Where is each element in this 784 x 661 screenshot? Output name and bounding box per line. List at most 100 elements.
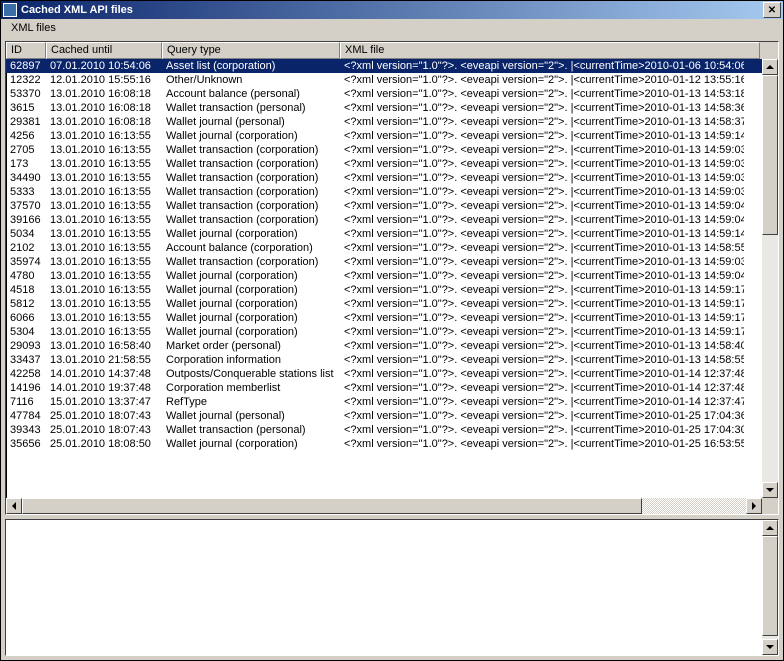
cell-cached-until: 25.01.2010 18:08:50 — [46, 437, 162, 451]
cell-cached-until: 13.01.2010 16:13:55 — [46, 311, 162, 325]
cell-cached-until: 13.01.2010 16:13:55 — [46, 325, 162, 339]
cell-cached-until: 13.01.2010 16:08:18 — [46, 87, 162, 101]
scroll-up-button[interactable] — [762, 59, 778, 75]
table-row[interactable]: 530413.01.2010 16:13:55Wallet journal (c… — [6, 325, 778, 339]
table-row[interactable]: 361513.01.2010 16:08:18Wallet transactio… — [6, 101, 778, 115]
cell-query-type: Wallet journal (personal) — [162, 409, 340, 423]
hscroll-thumb[interactable] — [22, 498, 642, 514]
table-row[interactable]: 478013.01.2010 16:13:55Wallet journal (c… — [6, 269, 778, 283]
cell-xml-file: <?xml version="1.0"?>. <eveapi version="… — [340, 409, 744, 423]
cell-id: 35974 — [6, 255, 46, 269]
cell-id: 53370 — [6, 87, 46, 101]
cell-xml-file: <?xml version="1.0"?>. <eveapi version="… — [340, 311, 744, 325]
table-row[interactable]: 2938113.01.2010 16:08:18Wallet journal (… — [6, 115, 778, 129]
detail-panel — [5, 519, 779, 656]
cell-query-type: RefType — [162, 395, 340, 409]
close-icon: ✕ — [768, 5, 776, 16]
scroll-right-button[interactable] — [746, 498, 762, 514]
cell-id: 42258 — [6, 367, 46, 381]
close-button[interactable]: ✕ — [763, 2, 781, 18]
table-row[interactable]: 711615.01.2010 13:37:47RefType<?xml vers… — [6, 395, 778, 409]
vscroll-thumb[interactable] — [762, 75, 778, 235]
cell-id: 5304 — [6, 325, 46, 339]
cell-query-type: Account balance (corporation) — [162, 241, 340, 255]
table-row[interactable]: 3757013.01.2010 16:13:55Wallet transacti… — [6, 199, 778, 213]
cell-cached-until: 13.01.2010 16:13:55 — [46, 269, 162, 283]
table-row[interactable]: 210213.01.2010 16:13:55Account balance (… — [6, 241, 778, 255]
table-row[interactable]: 17313.01.2010 16:13:55Wallet transaction… — [6, 157, 778, 171]
cell-xml-file: <?xml version="1.0"?>. <eveapi version="… — [340, 381, 744, 395]
table-row[interactable]: 3449013.01.2010 16:13:55Wallet transacti… — [6, 171, 778, 185]
cell-query-type: Asset list (corporation) — [162, 59, 340, 73]
listview-vscroll[interactable] — [762, 59, 778, 498]
header-query-type[interactable]: Query type — [162, 42, 340, 59]
table-row[interactable]: 606613.01.2010 16:13:55Wallet journal (c… — [6, 311, 778, 325]
detail-vscroll-track[interactable] — [762, 536, 778, 639]
table-row[interactable]: 3597413.01.2010 16:13:55Wallet transacti… — [6, 255, 778, 269]
cell-id: 173 — [6, 157, 46, 171]
listview-hscroll[interactable] — [6, 498, 762, 514]
cell-cached-until: 13.01.2010 16:08:18 — [46, 101, 162, 115]
scroll-down-button[interactable] — [762, 482, 778, 498]
table-row[interactable]: 533313.01.2010 16:13:55Wallet transactio… — [6, 185, 778, 199]
table-row[interactable]: 2909313.01.2010 16:58:40Market order (pe… — [6, 339, 778, 353]
table-row[interactable]: 6289707.01.2010 10:54:06Asset list (corp… — [6, 59, 778, 73]
cell-cached-until: 14.01.2010 19:37:48 — [46, 381, 162, 395]
cell-id: 29093 — [6, 339, 46, 353]
table-row[interactable]: 503413.01.2010 16:13:55Wallet journal (c… — [6, 227, 778, 241]
cell-xml-file: <?xml version="1.0"?>. <eveapi version="… — [340, 59, 744, 73]
header-xml-file[interactable]: XML file — [340, 42, 760, 59]
cell-xml-file: <?xml version="1.0"?>. <eveapi version="… — [340, 423, 744, 437]
cell-id: 62897 — [6, 59, 46, 73]
cell-cached-until: 14.01.2010 14:37:48 — [46, 367, 162, 381]
table-row[interactable]: 1419614.01.2010 19:37:48Corporation memb… — [6, 381, 778, 395]
table-row[interactable]: 425613.01.2010 16:13:55Wallet journal (c… — [6, 129, 778, 143]
cell-xml-file: <?xml version="1.0"?>. <eveapi version="… — [340, 185, 744, 199]
cell-cached-until: 13.01.2010 21:58:55 — [46, 353, 162, 367]
cell-cached-until: 15.01.2010 13:37:47 — [46, 395, 162, 409]
table-row[interactable]: 4225814.01.2010 14:37:48Outposts/Conquer… — [6, 367, 778, 381]
table-row[interactable]: 581213.01.2010 16:13:55Wallet journal (c… — [6, 297, 778, 311]
detail-scroll-down-button[interactable] — [762, 639, 778, 655]
cell-id: 5812 — [6, 297, 46, 311]
hscroll-track[interactable] — [22, 498, 746, 514]
cell-xml-file: <?xml version="1.0"?>. <eveapi version="… — [340, 437, 744, 451]
cell-xml-file: <?xml version="1.0"?>. <eveapi version="… — [340, 143, 744, 157]
cell-id: 5034 — [6, 227, 46, 241]
table-row[interactable]: 270513.01.2010 16:13:55Wallet transactio… — [6, 143, 778, 157]
detail-textarea[interactable] — [6, 520, 778, 655]
cell-cached-until: 25.01.2010 18:07:43 — [46, 423, 162, 437]
header-id[interactable]: ID — [6, 42, 46, 59]
titlebar[interactable]: Cached XML API files ✕ — [1, 1, 783, 19]
cell-id: 7116 — [6, 395, 46, 409]
cell-cached-until: 13.01.2010 16:13:55 — [46, 283, 162, 297]
listview-body[interactable]: 6289707.01.2010 10:54:06Asset list (corp… — [6, 59, 778, 514]
header-cached-until[interactable]: Cached until — [46, 42, 162, 59]
scroll-left-button[interactable] — [6, 498, 22, 514]
table-row[interactable]: 3565625.01.2010 18:08:50Wallet journal (… — [6, 437, 778, 451]
vscroll-track[interactable] — [762, 75, 778, 482]
detail-vscroll-thumb[interactable] — [762, 536, 778, 636]
cell-query-type: Corporation information — [162, 353, 340, 367]
table-row[interactable]: 4778425.01.2010 18:07:43Wallet journal (… — [6, 409, 778, 423]
cell-cached-until: 13.01.2010 16:58:40 — [46, 339, 162, 353]
table-row[interactable]: 451813.01.2010 16:13:55Wallet journal (c… — [6, 283, 778, 297]
cell-xml-file: <?xml version="1.0"?>. <eveapi version="… — [340, 395, 744, 409]
cell-id: 47784 — [6, 409, 46, 423]
table-row[interactable]: 3916613.01.2010 16:13:55Wallet transacti… — [6, 213, 778, 227]
cell-query-type: Wallet transaction (corporation) — [162, 171, 340, 185]
cell-xml-file: <?xml version="1.0"?>. <eveapi version="… — [340, 101, 744, 115]
table-row[interactable]: 3934325.01.2010 18:07:43Wallet transacti… — [6, 423, 778, 437]
cell-query-type: Wallet transaction (corporation) — [162, 199, 340, 213]
cell-id: 2102 — [6, 241, 46, 255]
table-row[interactable]: 3343713.01.2010 21:58:55Corporation info… — [6, 353, 778, 367]
cell-xml-file: <?xml version="1.0"?>. <eveapi version="… — [340, 227, 744, 241]
arrow-left-icon — [12, 502, 16, 510]
table-row[interactable]: 1232212.01.2010 15:55:16Other/Unknown<?x… — [6, 73, 778, 87]
detail-vscroll[interactable] — [762, 520, 778, 655]
table-row[interactable]: 5337013.01.2010 16:08:18Account balance … — [6, 87, 778, 101]
cell-cached-until: 12.01.2010 15:55:16 — [46, 73, 162, 87]
cache-listview[interactable]: ID Cached until Query type XML file 6289… — [5, 41, 779, 515]
menu-xml-files[interactable]: XML files — [5, 21, 62, 35]
detail-scroll-up-button[interactable] — [762, 520, 778, 536]
